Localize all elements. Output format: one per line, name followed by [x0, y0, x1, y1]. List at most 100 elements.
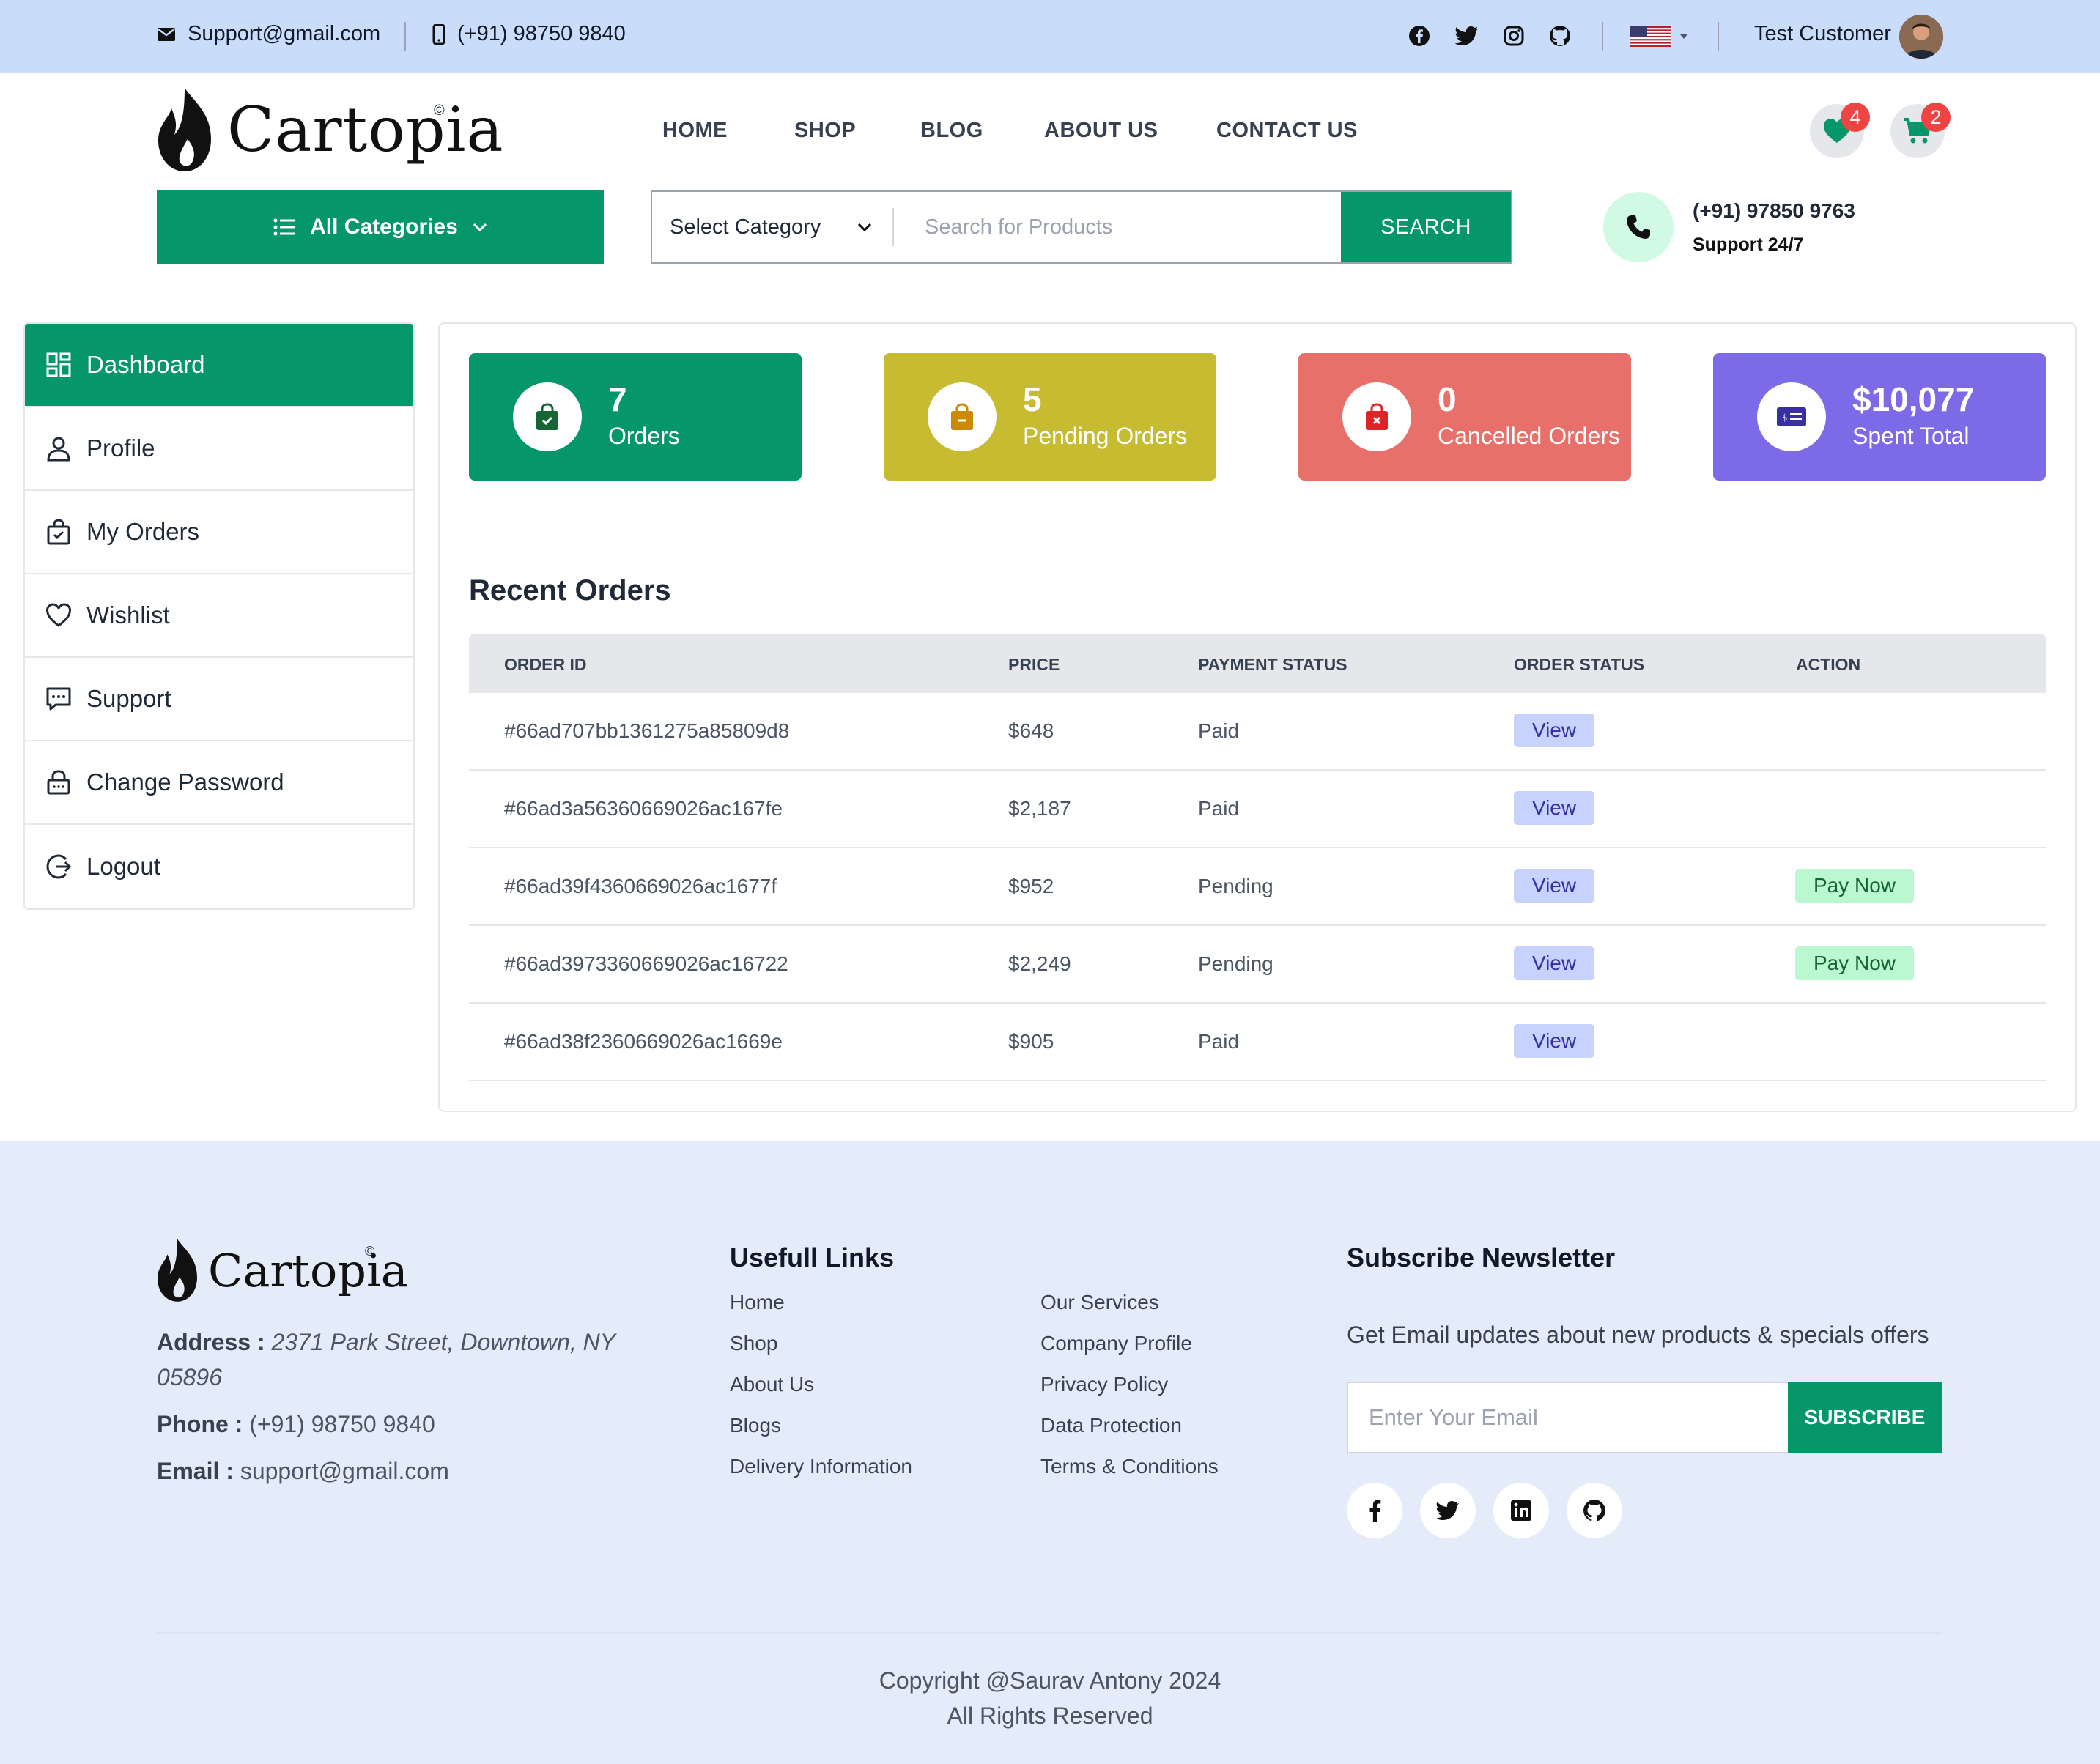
footer-linkedin-link[interactable]	[1493, 1483, 1549, 1538]
topbar-phone-text: (+91) 98750 9840	[457, 22, 626, 45]
pay-now-button[interactable]: Pay Now	[1795, 869, 1914, 903]
nav-blog[interactable]: BLOG	[920, 119, 983, 143]
column-header: ORDER ID	[504, 655, 587, 674]
subscribe-button[interactable]: SUBSCRIBE	[1788, 1382, 1942, 1453]
payment-status: Pending	[1198, 952, 1273, 975]
footer-logo[interactable]: Cartopia ©	[155, 1234, 408, 1307]
footer-link-data-protection[interactable]: Data Protection	[1040, 1414, 1182, 1437]
support-label: Support 24/7	[1693, 234, 1804, 255]
order-price: $648	[1008, 719, 1054, 742]
sidebar-item-label: Profile	[86, 434, 155, 462]
stat-card-spent-total[interactable]: $ $10,077 Spent Total	[1713, 353, 2046, 481]
sidebar-item-label: Dashboard	[86, 351, 205, 378]
divider	[1602, 22, 1603, 51]
view-order-button[interactable]: View	[1514, 714, 1594, 747]
footer-link-blogs[interactable]: Blogs	[730, 1414, 781, 1437]
stat-label: Orders	[608, 422, 680, 449]
sidebar-item-logout[interactable]: Logout	[25, 825, 413, 908]
sidebar-item-dashboard[interactable]: Dashboard	[25, 324, 413, 407]
support-phone-icon-wrap	[1603, 192, 1674, 262]
stat-card-orders[interactable]: 7 Orders	[469, 353, 802, 481]
table-row: #66ad38f2360669026ac1669e $905 Paid View	[469, 1004, 2046, 1081]
address-line2: 05896	[157, 1364, 222, 1390]
order-price: $2,249	[1008, 952, 1071, 975]
stat-card-cancelled-orders[interactable]: 0 Cancelled Orders	[1298, 353, 1631, 481]
footer-link-privacy-policy[interactable]: Privacy Policy	[1040, 1373, 1168, 1396]
footer-logo-text: Cartopia	[208, 1243, 408, 1297]
footer-github-link[interactable]	[1567, 1483, 1622, 1538]
user-icon	[47, 437, 70, 462]
support-phone[interactable]: (+91) 97850 9763	[1693, 199, 1855, 223]
registered-mark: ©	[434, 103, 445, 119]
facebook-icon[interactable]	[1408, 25, 1430, 47]
stat-value: 0	[1438, 380, 1457, 418]
category-select[interactable]: Select Category	[652, 208, 894, 246]
stat-icon-wrap: $	[1757, 382, 1826, 451]
phone-label: Phone :	[157, 1411, 243, 1437]
table-header: ORDER ID PRICE PAYMENT STATUS ORDER STAT…	[469, 634, 2046, 693]
user-menu[interactable]: Test Customer	[1754, 22, 1891, 46]
payment-status: Pending	[1198, 875, 1273, 897]
footer-link-terms-conditions[interactable]: Terms & Conditions	[1040, 1455, 1219, 1478]
topbar-phone[interactable]: (+91) 98750 9840	[432, 22, 626, 46]
order-price: $905	[1008, 1030, 1054, 1053]
view-order-button[interactable]: View	[1514, 791, 1594, 825]
footer-link-company-profile[interactable]: Company Profile	[1040, 1332, 1192, 1355]
sidebar-item-label: Support	[86, 685, 171, 712]
caret-down-icon	[1680, 34, 1687, 39]
footer-link-home[interactable]: Home	[730, 1291, 785, 1314]
footer-email: Email : support@gmail.com	[157, 1458, 449, 1485]
shopping-bag-x-icon	[1366, 403, 1388, 430]
footer-facebook-link[interactable]	[1347, 1483, 1402, 1538]
footer-link-delivery-information[interactable]: Delivery Information	[730, 1455, 912, 1478]
linkedin-icon	[1511, 1500, 1531, 1521]
github-icon[interactable]	[1549, 25, 1571, 47]
chat-icon	[46, 687, 71, 711]
view-order-button[interactable]: View	[1514, 869, 1594, 903]
nav-contact-us[interactable]: CONTACT US	[1216, 119, 1358, 143]
sidebar-item-profile[interactable]: Profile	[25, 407, 413, 491]
sidebar-item-my-orders[interactable]: My Orders	[25, 491, 413, 574]
footer-twitter-link[interactable]	[1420, 1483, 1476, 1538]
money-icon: $	[1777, 407, 1806, 426]
top-bar: Support@gmail.com (+91) 98750 9840 Test …	[0, 0, 2100, 73]
footer-address: Address : 2371 Park Street, Downtown, NY	[157, 1329, 615, 1356]
view-order-button[interactable]: View	[1514, 1024, 1594, 1058]
language-selector[interactable]	[1630, 26, 1688, 47]
logout-icon	[46, 854, 72, 879]
footer-link-about-us[interactable]: About Us	[730, 1373, 814, 1396]
rights-text: All Rights Reserved	[947, 1702, 1153, 1729]
twitter-icon[interactable]	[1455, 26, 1479, 46]
stat-card-pending-orders[interactable]: 5 Pending Orders	[884, 353, 1216, 481]
footer-link-shop[interactable]: Shop	[730, 1332, 777, 1355]
nav-shop[interactable]: SHOP	[794, 119, 856, 143]
sidebar-item-change-password[interactable]: Change Password	[25, 741, 413, 825]
chevron-down-icon	[857, 223, 872, 231]
pay-now-button[interactable]: Pay Now	[1795, 946, 1914, 980]
twitter-icon	[1436, 1501, 1459, 1520]
instagram-icon[interactable]	[1504, 26, 1524, 46]
newsletter-title: Subscribe Newsletter	[1347, 1242, 1616, 1272]
nav-about-us[interactable]: ABOUT US	[1044, 119, 1158, 143]
column-header: PRICE	[1008, 655, 1060, 674]
facebook-icon	[1369, 1500, 1381, 1522]
topbar-email[interactable]: Support@gmail.com	[157, 22, 380, 46]
nav-home[interactable]: HOME	[662, 119, 728, 143]
sidebar-item-label: My Orders	[86, 518, 200, 545]
site-logo[interactable]: Cartopia ©	[155, 86, 504, 173]
sidebar-item-wishlist[interactable]: Wishlist	[25, 574, 413, 658]
all-categories-button[interactable]: All Categories	[157, 190, 604, 264]
registered-mark: ©	[365, 1244, 375, 1259]
avatar[interactable]	[1899, 15, 1943, 59]
search-button[interactable]: SEARCH	[1341, 192, 1511, 262]
footer-link-our-services[interactable]: Our Services	[1040, 1291, 1159, 1314]
order-id: #66ad3973360669026ac16722	[504, 952, 788, 975]
footer-divider	[157, 1632, 1942, 1634]
view-order-button[interactable]: View	[1514, 946, 1594, 980]
payment-status: Paid	[1198, 1030, 1240, 1053]
sidebar-item-support[interactable]: Support	[25, 658, 413, 741]
order-id: #66ad38f2360669026ac1669e	[504, 1030, 783, 1053]
email-value[interactable]: support@gmail.com	[240, 1458, 449, 1484]
shopping-bag-check-icon	[536, 403, 558, 430]
newsletter-email-input[interactable]	[1348, 1404, 1788, 1431]
